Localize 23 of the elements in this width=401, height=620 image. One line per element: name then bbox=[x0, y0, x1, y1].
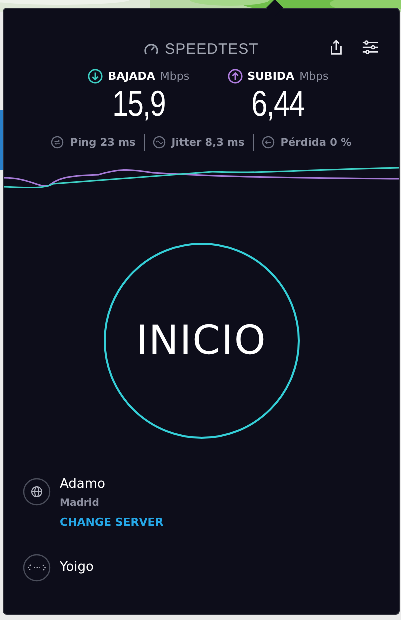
stat-text: Pérdida 0 % bbox=[280, 136, 352, 148]
stat-text: Ping 23 ms bbox=[70, 136, 136, 148]
server-location: Madrid bbox=[60, 497, 100, 511]
share-icon[interactable] bbox=[328, 39, 345, 56]
start-button[interactable]: INICIO bbox=[104, 243, 300, 439]
speed-value: 6,44 bbox=[252, 84, 305, 124]
provider-name: Yoigo bbox=[60, 559, 94, 577]
change-server-link[interactable]: CHANGE SERVER bbox=[60, 514, 164, 532]
loss-icon bbox=[262, 136, 275, 149]
server-name: Adamo bbox=[60, 476, 106, 494]
settings-icon[interactable] bbox=[362, 39, 379, 56]
wave-icon bbox=[152, 136, 166, 149]
gauge-icon bbox=[144, 42, 160, 56]
ping-icon bbox=[51, 136, 64, 149]
globe-icon bbox=[23, 478, 51, 506]
result-label: SUBIDA bbox=[248, 70, 295, 83]
result-label: BAJADA bbox=[108, 70, 156, 83]
connection-icon bbox=[23, 554, 51, 582]
app-title: SPEEDTEST bbox=[165, 40, 259, 58]
stat-text: Jitter 8,3 ms bbox=[172, 136, 245, 148]
speed-value: 15,9 bbox=[112, 84, 166, 124]
unit-label: Mbps bbox=[160, 70, 190, 83]
unit-label: Mbps bbox=[300, 70, 329, 83]
